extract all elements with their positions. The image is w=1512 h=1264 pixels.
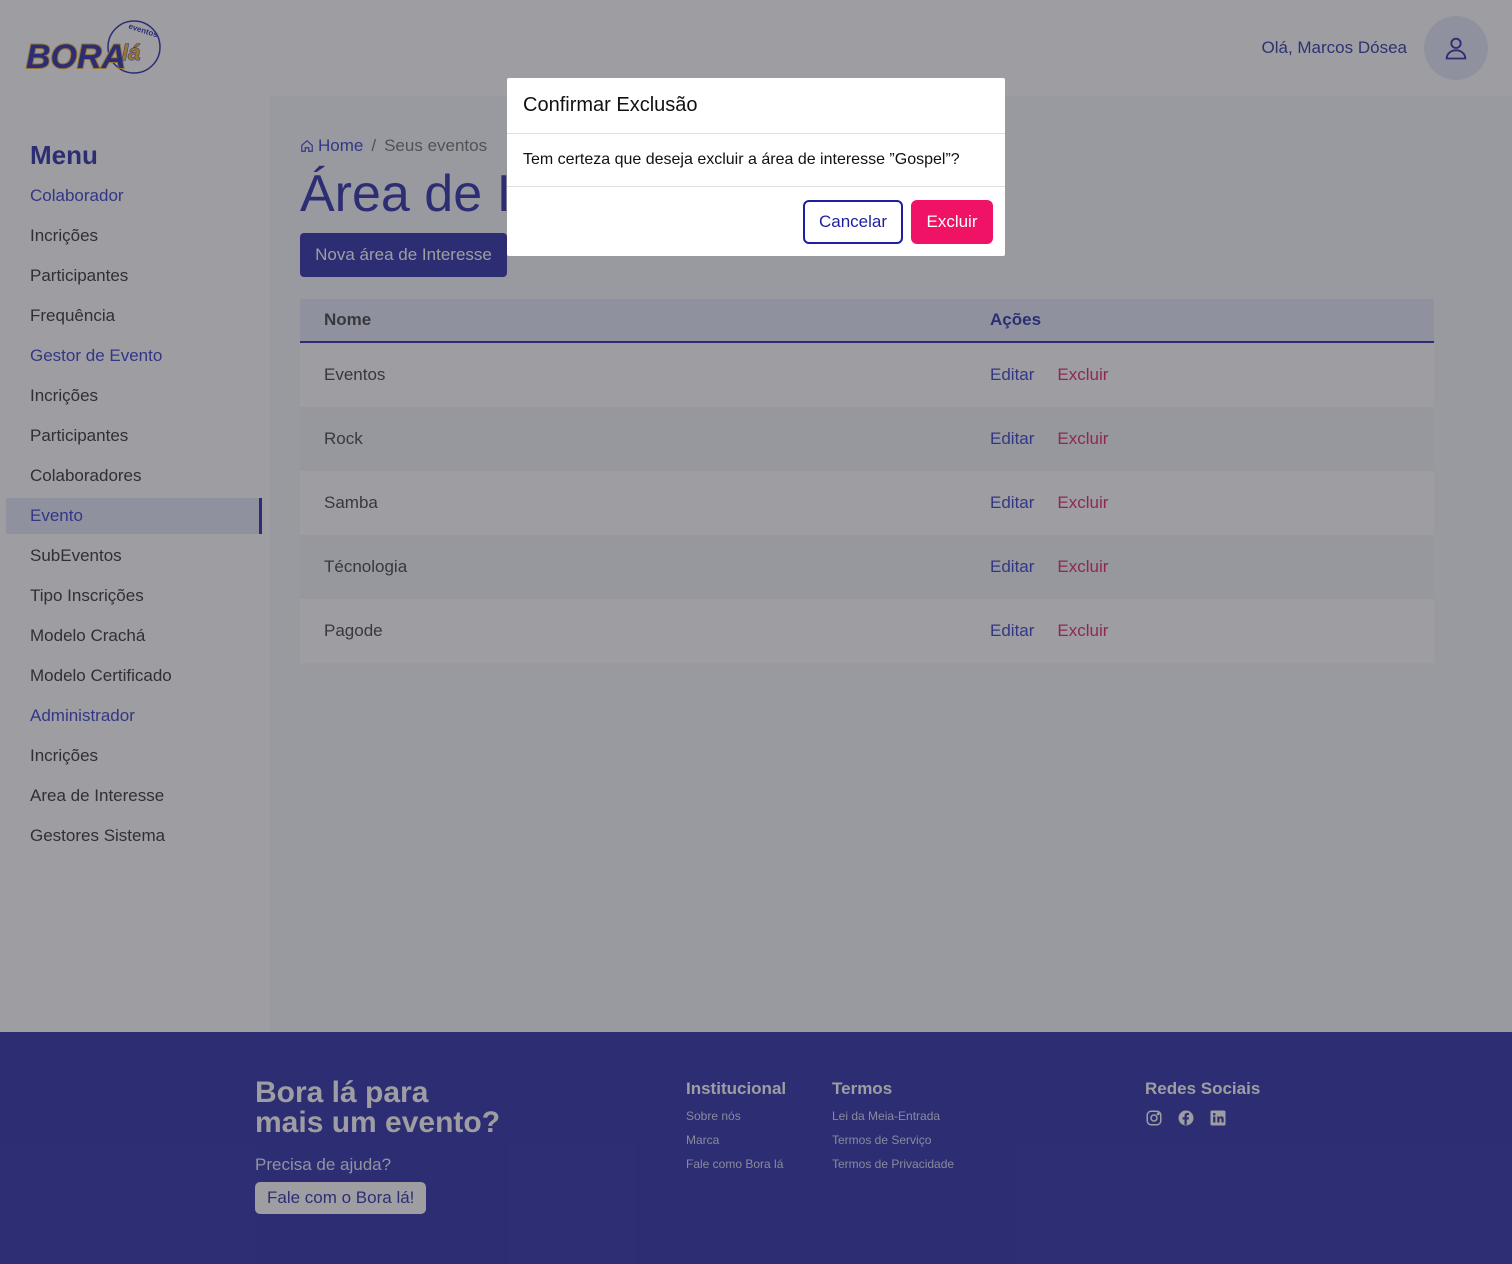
confirm-delete-button[interactable]: Excluir [911, 199, 993, 244]
dialog-header: Confirmar Exclusão [507, 78, 1005, 134]
dialog-footer: Cancelar Excluir [507, 187, 1005, 256]
dialog-body: Tem certeza que deseja excluir a área de… [507, 134, 1005, 187]
dialog-message: Tem certeza que deseja excluir a área de… [523, 151, 960, 168]
dialog-title: Confirmar Exclusão [523, 94, 698, 116]
confirm-delete-dialog: Confirmar Exclusão Tem certeza que desej… [507, 78, 1005, 256]
cancel-button[interactable]: Cancelar [803, 199, 903, 244]
